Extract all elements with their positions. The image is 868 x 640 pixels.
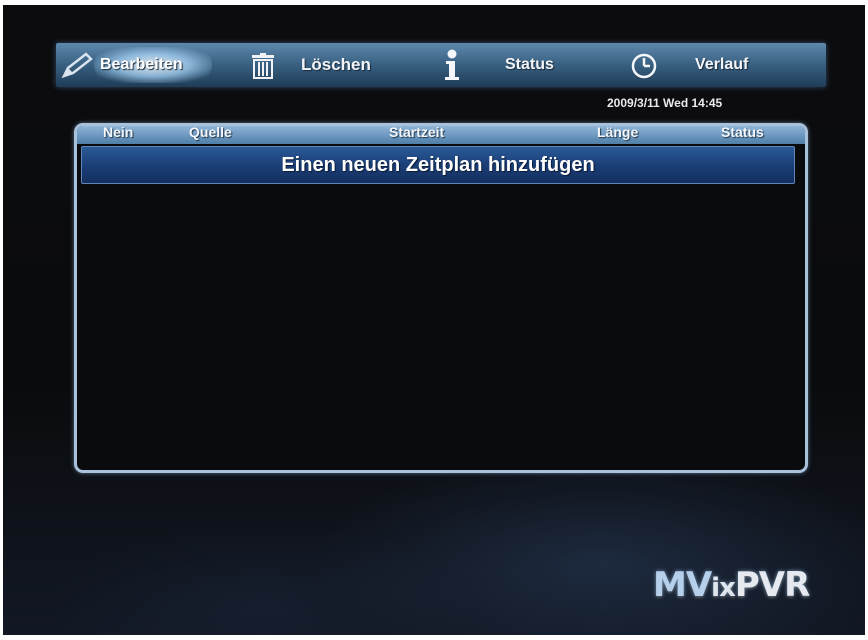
menu-item-status[interactable]: Status [441, 43, 581, 87]
menu-label-delete: Löschen [301, 55, 371, 74]
column-header-quelle: Quelle [189, 124, 232, 140]
trash-icon [250, 53, 276, 84]
column-header-startzeit: Startzeit [389, 124, 445, 140]
menu-item-history[interactable]: Verlauf [631, 43, 821, 87]
menu-label-history: Verlauf [695, 56, 749, 73]
add-schedule-label: Einen neuen Zeitplan hinzufügen [281, 153, 595, 176]
mvix-pvr-logo: MVixPVR [653, 565, 810, 605]
table-header: Nein Quelle Startzeit Länge Status [77, 124, 805, 144]
info-icon [441, 49, 463, 86]
menu-bar: Bearbeiten Löschen Status Verlauf [56, 43, 826, 87]
column-header-laenge: Länge [597, 124, 639, 140]
pvr-screen: Bearbeiten Löschen Status Verlauf 2009/3… [3, 5, 865, 635]
clock-icon [631, 53, 657, 84]
menu-item-delete[interactable]: Löschen [248, 43, 408, 87]
datetime-display: 2009/3/11 Wed 14:45 [607, 96, 723, 110]
menu-label-status: Status [505, 56, 554, 73]
add-schedule-row[interactable]: Einen neuen Zeitplan hinzufügen [81, 146, 795, 184]
menu-item-edit[interactable]: Bearbeiten [56, 43, 226, 87]
pencil-icon [60, 52, 94, 85]
column-header-status: Status [721, 124, 764, 140]
schedule-panel: Nein Quelle Startzeit Länge Status Einen… [74, 123, 808, 473]
menu-label-edit: Bearbeiten [100, 56, 183, 73]
column-header-nein: Nein [103, 124, 134, 140]
